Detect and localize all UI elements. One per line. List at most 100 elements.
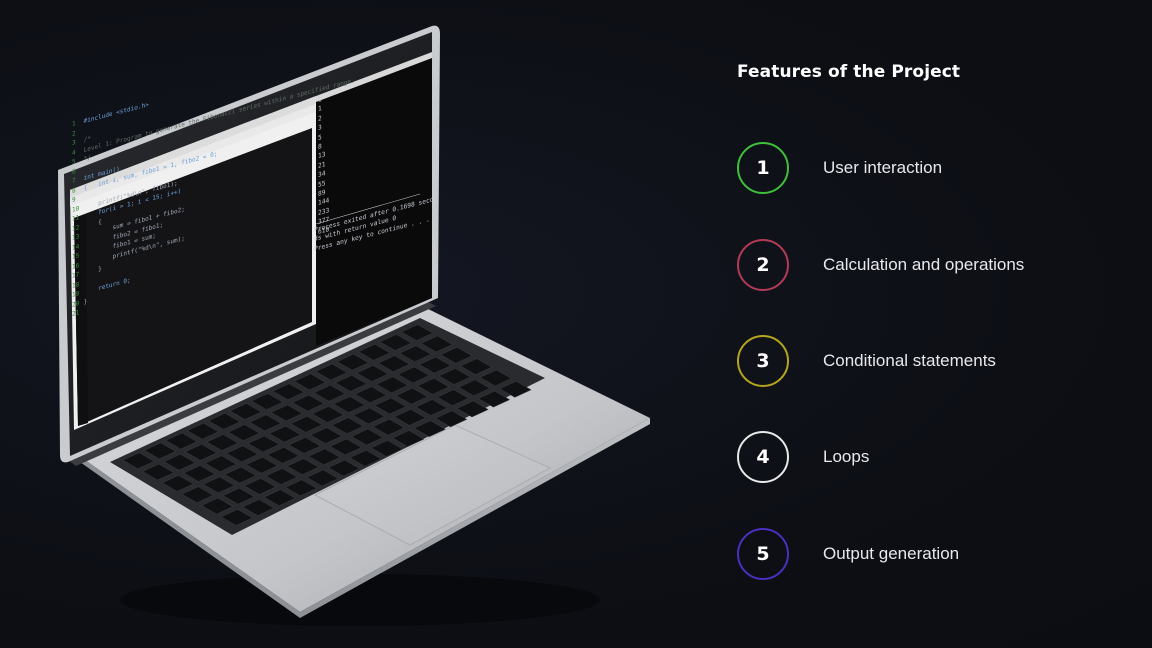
feature-label: User interaction — [823, 158, 943, 177]
keyboard-key — [292, 394, 325, 412]
keyboard-key — [329, 438, 362, 456]
features-panel: Features of the Project 1 User interacti… — [737, 62, 1137, 580]
keyboard-key — [224, 466, 257, 484]
keyboard-key — [184, 444, 218, 461]
feature-item-3: 3 Conditional statements — [737, 335, 1137, 391]
keyboard — [122, 324, 532, 526]
keyboard-key — [290, 415, 323, 433]
keyboard-key — [438, 368, 471, 385]
feature-number-badge: 1 — [737, 142, 789, 194]
keyboard-key — [435, 410, 468, 428]
feature-number-badge: 4 — [737, 431, 789, 483]
feature-number-badge: 3 — [737, 335, 789, 387]
keyboard-key — [245, 456, 278, 474]
keyboard-key — [161, 475, 195, 492]
keyboard-key — [334, 375, 368, 392]
keyboard-key — [456, 400, 489, 418]
keyboard-key — [206, 434, 239, 451]
keyboard-key — [400, 324, 434, 341]
keyboard-key — [356, 365, 389, 382]
keyboard-key — [142, 463, 175, 481]
keyboard-key — [202, 476, 236, 494]
keyboard-key — [395, 387, 428, 405]
keyboard-key — [270, 404, 303, 422]
keyboard-key — [440, 346, 473, 364]
keyboard-key — [308, 448, 341, 466]
keyboard-key — [415, 399, 448, 416]
keyboard-key — [165, 432, 198, 450]
keyboard-key — [313, 384, 346, 402]
keyboard-key — [374, 397, 407, 415]
keyboard-key — [163, 453, 196, 471]
keyboard-key — [351, 428, 384, 446]
keyboard-key — [201, 497, 234, 515]
keyboard-key — [250, 393, 284, 410]
feature-number-badge: 2 — [737, 239, 789, 291]
keyboard-key — [247, 435, 280, 453]
keyboard-key — [397, 366, 430, 384]
feature-label: Loops — [823, 447, 870, 466]
keyboard-key — [306, 469, 339, 487]
keyboard-key — [349, 449, 382, 467]
keyboard-key — [417, 377, 450, 395]
keyboard-key — [249, 414, 282, 432]
keyboard-key — [143, 442, 177, 460]
keyboard-key — [267, 446, 300, 464]
keyboard-key — [372, 418, 405, 436]
keyboard-key — [327, 459, 361, 477]
keyboard-key — [336, 353, 369, 371]
keyboard-key — [331, 417, 364, 435]
keyboard-key — [352, 407, 386, 425]
keyboard-key — [186, 422, 219, 440]
keyboard-key — [315, 363, 348, 381]
feature-item-1: 1 User interaction — [737, 142, 1137, 198]
features-title: Features of the Project — [737, 62, 961, 82]
keyboard-key — [286, 458, 320, 475]
keyboard-key — [370, 440, 404, 457]
keyboard-key — [354, 386, 387, 404]
keyboard-key — [204, 455, 237, 473]
keyboard-key — [458, 379, 491, 397]
keyboard-key — [122, 452, 155, 470]
keyboard-key — [268, 425, 302, 443]
keyboard-key — [393, 409, 427, 426]
keyboard-key — [420, 335, 453, 353]
feature-item-4: 4 Loops — [737, 431, 1137, 487]
keyboard-key — [377, 355, 411, 372]
feature-number-badge: 5 — [737, 528, 789, 580]
keyboard-key — [311, 406, 345, 423]
feature-item-2: 2 Calculation and operations — [737, 239, 1137, 295]
keyboard-key — [459, 358, 493, 375]
keyboard-key — [293, 373, 327, 391]
keyboard-key — [479, 369, 512, 387]
keyboard-key — [309, 427, 343, 444]
keyboard-key — [183, 465, 216, 482]
keyboard-key — [436, 389, 470, 406]
keyboard-key — [477, 390, 511, 408]
feature-label: Calculation and operations — [823, 255, 1025, 274]
keyboard-key — [288, 437, 321, 454]
keyboard-key — [226, 445, 259, 463]
keyboard-key — [265, 468, 298, 485]
keyboard-key — [376, 376, 409, 394]
feature-label: Output generation — [823, 544, 960, 563]
keyboard-key — [285, 479, 318, 497]
keyboard-key — [208, 412, 241, 430]
slide: 1 #include <stdio.h> 2 3/* 4 Level 1: Program… — [0, 0, 1152, 648]
keyboard-key — [399, 345, 432, 363]
keyboard-key — [272, 383, 305, 401]
feature-label: Conditional statements — [823, 351, 996, 370]
keyboard-key — [227, 424, 261, 441]
keyboard-key — [181, 486, 214, 504]
keyboard-key — [392, 430, 425, 447]
laptop-illustration: 1 #include <stdio.h> 2 3/* 4 Level 1: Program… — [0, 0, 680, 648]
keyboard-key — [418, 356, 452, 374]
keyboard-key — [499, 380, 532, 398]
keyboard-key — [333, 396, 366, 413]
keyboard-key — [379, 334, 412, 351]
keyboard-key — [358, 343, 391, 361]
keyboard-key — [243, 478, 277, 495]
keyboard-key — [229, 403, 262, 420]
keyboard-key — [222, 487, 255, 505]
keyboard-key — [220, 509, 254, 526]
